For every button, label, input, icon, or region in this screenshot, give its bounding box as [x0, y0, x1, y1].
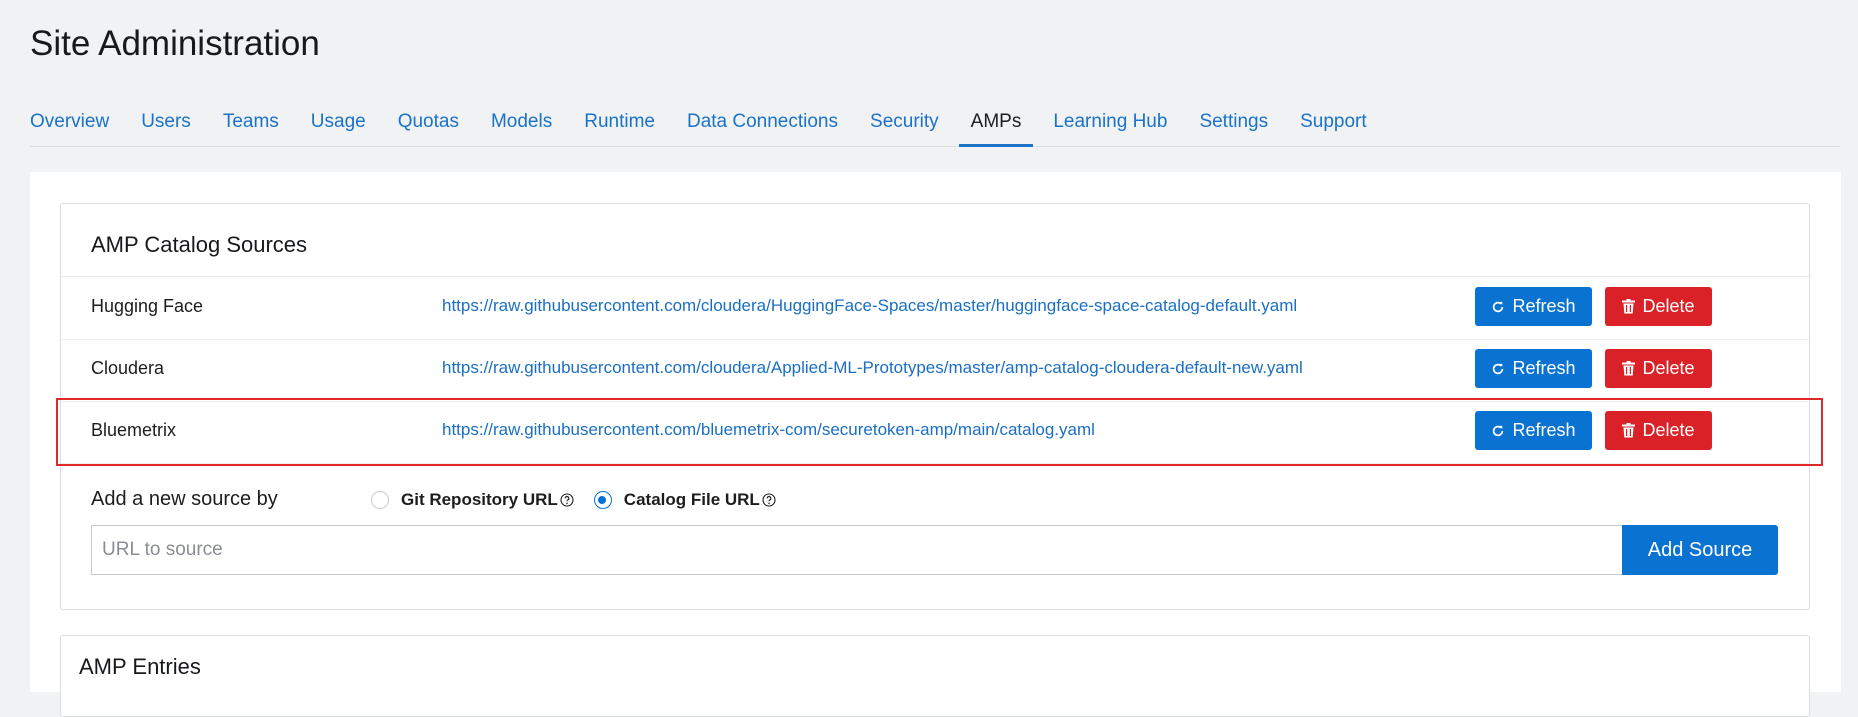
refresh-button[interactable]: Refresh [1475, 411, 1592, 450]
tab-teams[interactable]: Teams [223, 106, 279, 144]
source-row: Bluemetrix https://raw.githubusercontent… [61, 401, 1809, 464]
source-type-radio-group: Git Repository URL Catalog File URL [371, 490, 796, 510]
radio-label: Catalog File URL [623, 490, 760, 509]
catalog-sources-card: AMP Catalog Sources Hugging Face https:/… [60, 203, 1810, 610]
git-repository-url-option[interactable]: Git Repository URL [371, 490, 574, 510]
tab-overview[interactable]: Overview [30, 106, 109, 144]
trash-icon [1622, 361, 1636, 376]
tab-amps[interactable]: AMPs [958, 106, 1034, 147]
catalog-file-url-option[interactable]: Catalog File URL [593, 490, 776, 510]
add-source-label: Add a new source by [91, 488, 278, 510]
trash-icon [1622, 423, 1636, 438]
catalog-file-url-radio[interactable] [593, 491, 612, 509]
refresh-icon [1493, 363, 1504, 374]
tab-learning-hub[interactable]: Learning Hub [1053, 106, 1167, 144]
source-row: Cloudera https://raw.githubusercontent.c… [61, 339, 1809, 402]
delete-label: Delete [1642, 420, 1695, 440]
trash-icon [1622, 299, 1636, 314]
refresh-label: Refresh [1512, 296, 1576, 316]
delete-button[interactable]: Delete [1605, 287, 1712, 326]
admin-tabs: Overview Users Teams Usage Quotas Models… [30, 106, 1840, 147]
tab-settings[interactable]: Settings [1199, 106, 1268, 144]
help-icon[interactable] [560, 493, 574, 507]
delete-label: Delete [1642, 296, 1695, 316]
delete-button[interactable]: Delete [1605, 349, 1712, 388]
amp-entries-card: AMP Entries [60, 635, 1810, 717]
entries-title: AMP Entries [79, 654, 201, 679]
page-title: Site Administration [30, 24, 320, 63]
git-repository-url-radio[interactable] [371, 491, 389, 509]
help-icon[interactable] [762, 493, 776, 507]
delete-button[interactable]: Delete [1605, 411, 1712, 450]
refresh-label: Refresh [1512, 358, 1576, 378]
tab-runtime[interactable]: Runtime [584, 106, 655, 144]
source-url-input[interactable] [91, 525, 1622, 575]
radio-label: Git Repository URL [401, 490, 558, 509]
tab-quotas[interactable]: Quotas [398, 106, 459, 144]
source-url-link[interactable]: https://raw.githubusercontent.com/blueme… [442, 420, 1095, 440]
tab-data-connections[interactable]: Data Connections [687, 106, 838, 144]
source-url-link[interactable]: https://raw.githubusercontent.com/cloude… [442, 358, 1303, 378]
tab-models[interactable]: Models [491, 106, 552, 144]
source-name: Hugging Face [91, 296, 204, 316]
source-name: Cloudera [91, 358, 165, 378]
main-panel: AMP Catalog Sources Hugging Face https:/… [30, 172, 1841, 717]
source-row: Hugging Face https://raw.githubuserconte… [61, 277, 1809, 340]
refresh-label: Refresh [1512, 420, 1576, 440]
source-url-link[interactable]: https://raw.githubusercontent.com/cloude… [442, 296, 1297, 316]
source-name: Bluemetrix [91, 420, 177, 440]
delete-label: Delete [1642, 358, 1695, 378]
tab-support[interactable]: Support [1300, 106, 1367, 144]
tab-usage[interactable]: Usage [311, 106, 366, 144]
tab-security[interactable]: Security [870, 106, 939, 144]
card-title: AMP Catalog Sources [91, 232, 308, 257]
refresh-button[interactable]: Refresh [1475, 287, 1592, 326]
tab-users[interactable]: Users [141, 106, 191, 144]
refresh-button[interactable]: Refresh [1475, 349, 1592, 388]
refresh-icon [1493, 425, 1504, 436]
add-source-button[interactable]: Add Source [1622, 525, 1778, 575]
refresh-icon [1493, 301, 1504, 312]
